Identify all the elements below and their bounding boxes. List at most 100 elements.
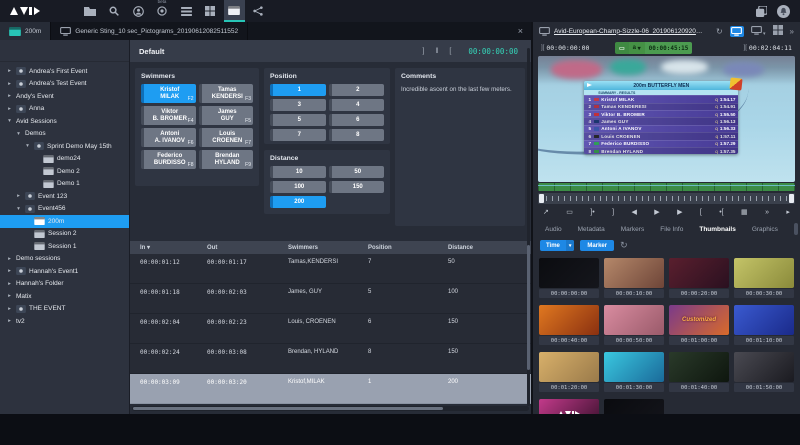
tree-item-event456[interactable]: ▾ Event456: [0, 203, 129, 216]
swimmer-button-croenen[interactable]: Louis CROENEN F7: [198, 128, 253, 147]
swimmer-button-burdisso[interactable]: Federico BURDISSO F8: [141, 150, 196, 169]
collapsed-arrow-icon[interactable]: ▸: [6, 293, 13, 299]
thumbnail-item[interactable]: 00:00:20:00: [669, 258, 729, 300]
toolbar-grid-button[interactable]: [200, 0, 221, 22]
document-tab-1[interactable]: 200m: [0, 22, 52, 40]
toolbar-folder-button[interactable]: [80, 0, 101, 22]
mark-in-icon[interactable]: [: [700, 209, 702, 216]
distance-button-200[interactable]: 200: [270, 196, 326, 208]
tab-file-info[interactable]: File Info: [652, 224, 691, 235]
thumbnail-image[interactable]: [539, 305, 599, 335]
swimmer-button-a-ivanov[interactable]: Antoni A. IVANOV F6: [141, 128, 196, 147]
expanded-arrow-icon[interactable]: ▾: [15, 131, 22, 137]
table-row[interactable]: 00:00:02:24 00:00:03:08 Brendan, HYLAND 8 15…: [130, 344, 531, 374]
expanded-arrow-icon[interactable]: ▾: [24, 143, 31, 149]
column-header-in[interactable]: In ▾: [130, 244, 207, 251]
send-icon[interactable]: ↗: [543, 209, 549, 216]
position-button-7[interactable]: 7: [270, 129, 326, 141]
table-row[interactable]: 00:00:02:04 00:00:02:23 Louis, CROENEN 6 150: [130, 314, 531, 344]
tree-item-session-1[interactable]: Session 1: [0, 240, 129, 253]
comments-text[interactable]: Incredible ascent on the last few meters…: [401, 84, 519, 94]
thumbnail-image[interactable]: [604, 305, 664, 335]
video-viewport[interactable]: 200m BUTTERFLY MEN SUMMARY - RESULTS 1 Kr…: [538, 56, 795, 182]
mark-out-icon[interactable]: ]: [612, 209, 614, 216]
close-icon[interactable]: ×: [510, 26, 531, 36]
tree-item-hannah-s-folder[interactable]: ▸ Hannah's Folder: [0, 278, 129, 291]
thumbnail-image[interactable]: [604, 258, 664, 288]
swimmer-button-hyland[interactable]: Brendan HYLAND F9: [198, 150, 253, 169]
position-button-8[interactable]: 8: [328, 129, 384, 141]
step-forward-icon[interactable]: ▶: [677, 209, 682, 216]
thumbnail-image[interactable]: [669, 352, 729, 382]
out-handle[interactable]: [789, 194, 794, 203]
thumbnail-item[interactable]: 00:01:10:00: [734, 305, 794, 347]
asset-name[interactable]: Avid-European-Champ-Sizzle-06_2019061209…: [554, 28, 706, 35]
tree-item-matix[interactable]: ▸ Matix: [0, 290, 129, 303]
thumbnail-image[interactable]: [734, 258, 794, 288]
tree-item-demo-1[interactable]: Demo 1: [0, 178, 129, 191]
tree-item-andrea-s-first-event[interactable]: ▸ Andrea's First Event: [0, 65, 129, 78]
table-row[interactable]: 00:00:03:09 00:00:03:20 Kristof,MILAK 1 200: [130, 374, 531, 404]
tree-item-event-123[interactable]: ▸ Event 123: [0, 190, 129, 203]
thumbnail-item[interactable]: 00:00:10:00: [604, 258, 664, 300]
refresh-icon[interactable]: ↻: [620, 240, 628, 251]
monitor-icon[interactable]: [729, 25, 744, 37]
play-icon[interactable]: ▶: [654, 209, 659, 216]
position-button-2[interactable]: 2: [328, 84, 384, 96]
goto-previous-icon[interactable]: ]•: [590, 209, 594, 216]
collapsed-arrow-icon[interactable]: ▸: [6, 281, 13, 287]
time-filter-button[interactable]: Time ▾: [540, 240, 575, 251]
position-button-6[interactable]: 6: [328, 114, 384, 126]
notifications-icon[interactable]: [777, 4, 790, 18]
fast-forward-icon[interactable]: »: [765, 209, 769, 216]
thumbnail-item[interactable]: 00:00:30:00: [734, 258, 794, 300]
refresh-icon[interactable]: ↻: [716, 27, 723, 36]
toolbar-slate-button[interactable]: [223, 0, 245, 22]
tab-graphics[interactable]: Graphics: [744, 224, 786, 235]
distance-button-50[interactable]: 50: [328, 166, 384, 178]
collapsed-arrow-icon[interactable]: ▸: [6, 306, 13, 312]
position-button-5[interactable]: 5: [270, 114, 326, 126]
panel-scrollbar[interactable]: [794, 223, 798, 235]
logger-vertical-scrollbar[interactable]: [527, 48, 530, 406]
tree-item-session-2[interactable]: Session 2: [0, 228, 129, 241]
column-header-position[interactable]: Position: [368, 245, 448, 251]
marker-filter-button[interactable]: Marker: [580, 240, 615, 251]
thumbnail-item[interactable]: Customized 00:01:00:00: [669, 305, 729, 347]
more-icon[interactable]: »: [790, 27, 794, 36]
thumbnail-item[interactable]: 00:00:00:00: [539, 258, 599, 300]
swimmer-button-milak[interactable]: Kristof MILAK F2: [141, 84, 196, 103]
thumbnail-image[interactable]: [734, 305, 794, 335]
expanded-arrow-icon[interactable]: ▾: [6, 118, 13, 124]
collapsed-arrow-icon[interactable]: ▸: [15, 193, 22, 199]
table-row[interactable]: 00:00:01:12 00:00:01:17 Tamas,KENDERSI 7 50: [130, 254, 531, 284]
thumbnail-item[interactable]: [604, 399, 664, 414]
column-header-out[interactable]: Out: [207, 245, 288, 251]
grid-icon[interactable]: [772, 25, 783, 37]
tree-item-demo-sessions[interactable]: ▸ Demo sessions: [0, 253, 129, 266]
swimmer-button-guy[interactable]: James GUY F5: [198, 106, 253, 125]
tree-item-200m[interactable]: 200m: [0, 215, 129, 228]
thumbnail-item[interactable]: 00:01:20:00: [539, 352, 599, 394]
goto-next-icon[interactable]: •[: [719, 209, 723, 216]
table-row[interactable]: 00:00:01:18 00:00:02:03 James, GUY 5 100: [130, 284, 531, 314]
tab-metadata[interactable]: Metadata: [570, 224, 613, 235]
audio-track-selector[interactable]: a ▾: [628, 42, 645, 54]
tree-item-the-event[interactable]: ▸ THE EVENT: [0, 303, 129, 316]
toolbar-search-button[interactable]: [104, 0, 125, 22]
thumbnail-item[interactable]: 00:00:40:00: [539, 305, 599, 347]
distance-button-10[interactable]: 10: [270, 166, 326, 178]
chevron-down-icon[interactable]: ▾: [565, 240, 575, 251]
scrub-ruler[interactable]: [538, 193, 795, 204]
swimmer-button-b-bromer[interactable]: Viktor B. BROMER F4: [141, 106, 196, 125]
tab-audio[interactable]: Audio: [537, 224, 570, 235]
position-button-1[interactable]: 1: [270, 84, 326, 96]
apps-icon[interactable]: [756, 5, 767, 17]
thumbnail-item[interactable]: 00:01:40:00: [669, 352, 729, 394]
collapsed-arrow-icon[interactable]: ▸: [6, 268, 13, 274]
toolbar-rows-button[interactable]: [176, 0, 197, 22]
collapsed-arrow-icon[interactable]: ▸: [6, 81, 13, 87]
toolbar-share-button[interactable]: [248, 0, 269, 22]
thumbnail-item[interactable]: 00:00:50:00: [604, 305, 664, 347]
toolbar-beta-button[interactable]: beta: [152, 0, 173, 22]
